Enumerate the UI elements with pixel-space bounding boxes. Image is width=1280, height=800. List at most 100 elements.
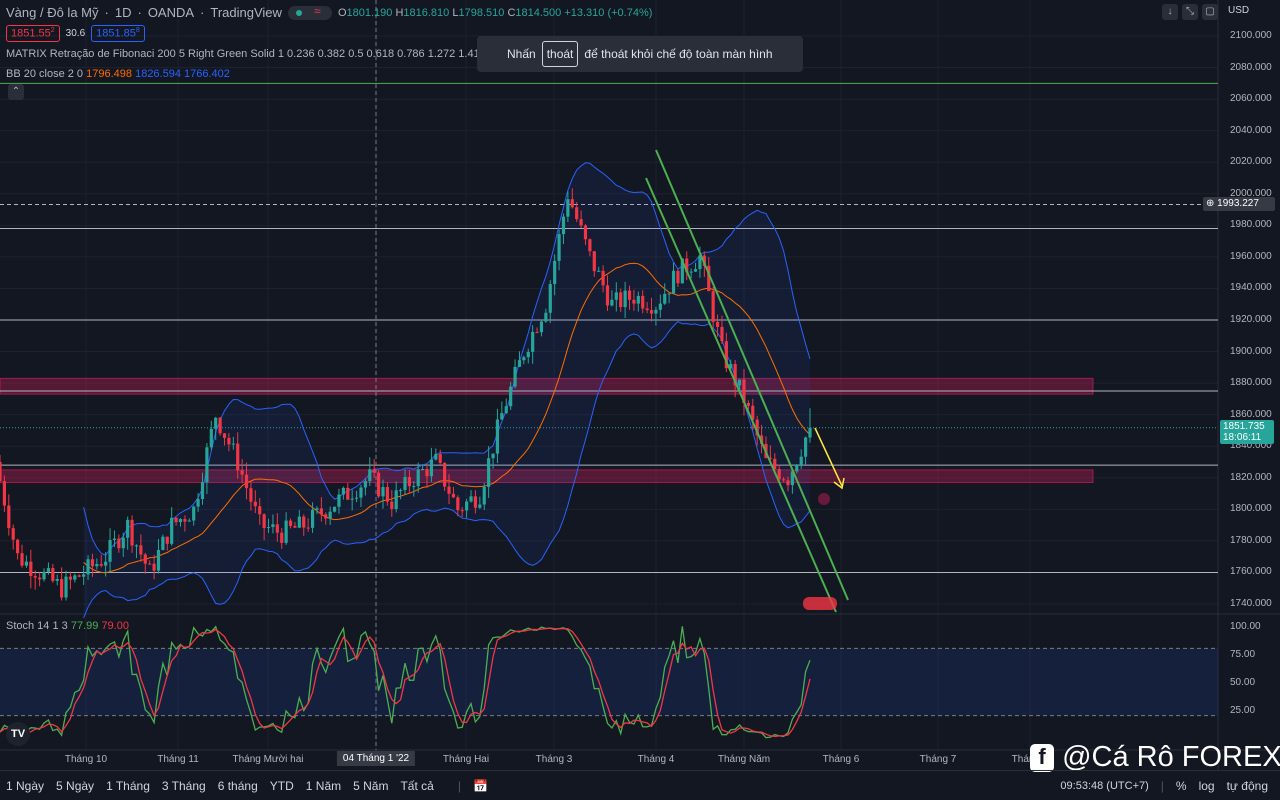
candle (192, 506, 196, 521)
candle (557, 234, 561, 261)
candle (544, 312, 548, 322)
candle (398, 490, 403, 492)
candle (363, 481, 367, 488)
percent-toggle[interactable]: % (1176, 779, 1187, 793)
candle (671, 270, 676, 294)
candle (315, 508, 319, 510)
candle (553, 260, 557, 285)
date-range-icon[interactable]: 📅 (473, 779, 488, 793)
candle (29, 561, 33, 577)
candle (275, 524, 279, 533)
candle (390, 501, 394, 509)
candle (271, 524, 275, 528)
candle (266, 527, 271, 529)
candle (244, 474, 249, 489)
candle (645, 308, 649, 311)
candle (328, 511, 332, 519)
stoch-axis-label: 100.00 (1230, 621, 1261, 632)
candle (407, 477, 412, 487)
candle (46, 568, 51, 572)
candle (473, 496, 478, 508)
stoch-legend[interactable]: Stoch 14 1 3 77.99 79.00 (6, 620, 129, 632)
candle (280, 532, 284, 543)
chart-legend: Vàng / Đô la Mỹ · 1D · OANDA · TradingView … (6, 4, 653, 21)
interval[interactable]: 1D (115, 5, 132, 20)
candle (372, 469, 376, 473)
clock[interactable]: 09:53:48 (UTC+7) (1060, 780, 1148, 792)
escape-key: thoát (541, 41, 579, 67)
candle (746, 402, 750, 406)
range-button[interactable]: 1 Năm (306, 779, 341, 793)
candle (77, 575, 81, 577)
candle (249, 488, 253, 502)
market-status-icon[interactable] (287, 4, 332, 20)
candle (368, 469, 372, 482)
auto-toggle[interactable]: tự động (1227, 779, 1268, 793)
candle (99, 564, 103, 566)
candle (636, 295, 640, 304)
sell-button[interactable]: 1851.552 (6, 25, 60, 42)
range-button[interactable]: 1 Tháng (106, 779, 150, 793)
time-axis-label: Tháng 7 (919, 754, 957, 765)
candle (443, 462, 447, 487)
candle (786, 480, 790, 486)
candle (799, 456, 803, 465)
candle (412, 486, 416, 488)
candle (605, 285, 610, 306)
log-toggle[interactable]: log (1199, 779, 1215, 793)
candle (90, 559, 95, 567)
stoch-axis-label: 50.00 (1230, 677, 1256, 688)
candle (658, 303, 662, 310)
tradingview-logo[interactable]: TV (6, 722, 30, 746)
collapse-icon[interactable]: ⤡ (1182, 4, 1198, 20)
candle (570, 199, 574, 208)
candle (16, 539, 20, 554)
ohlc-values: O1801.190 H1816.810 L1798.510 C1814.500 … (337, 6, 653, 19)
range-button[interactable]: Tất cả (400, 779, 433, 793)
candle (156, 549, 161, 571)
price-axis-label: 1860.000 (1230, 408, 1272, 420)
time-axis-label: Tháng 4 (637, 754, 675, 765)
candle (381, 487, 385, 497)
candle (38, 577, 42, 580)
price-axis-label: 1740.000 (1230, 597, 1272, 609)
candle (324, 514, 328, 519)
range-button[interactable]: 5 Ngày (56, 779, 94, 793)
time-axis-label: Tháng 6 (822, 754, 860, 765)
candle (385, 487, 389, 502)
candle (108, 540, 112, 562)
marker-dot (818, 493, 830, 505)
candle (33, 576, 37, 578)
bottom-toolbar: 1 Ngày 5 Ngày 1 Tháng 3 Tháng 6 tháng YTD 1 Nă… (0, 770, 1280, 800)
fib-indicator-legend[interactable]: MATRIX Retração de Fibonaci 200 5 Right … (6, 48, 556, 60)
collapse-legend-button[interactable]: ⌃ (8, 84, 24, 100)
candle (117, 538, 121, 549)
range-button[interactable]: 3 Tháng (162, 779, 206, 793)
maximize-icon[interactable]: ▢ (1202, 4, 1218, 20)
candle (262, 514, 266, 529)
price-axis-label: 1800.000 (1230, 503, 1272, 515)
arrow-down-icon[interactable]: ↓ (1162, 4, 1178, 20)
symbol-name[interactable]: Vàng / Đô la Mỹ (6, 5, 99, 20)
currency-label[interactable]: USD (1228, 5, 1249, 16)
range-button[interactable]: 6 tháng (218, 779, 258, 793)
range-button[interactable]: 1 Ngày (6, 779, 44, 793)
buy-button[interactable]: 1851.858 (91, 25, 145, 42)
candle (795, 464, 799, 472)
candle (711, 291, 715, 322)
candle (24, 561, 29, 566)
bb-indicator-legend[interactable]: BB 20 close 2 0 1796.498 1826.594 1766.4… (6, 68, 230, 80)
candle (64, 576, 68, 598)
candle (302, 516, 306, 528)
candle (627, 290, 632, 300)
price-axis-label: 2020.000 (1230, 156, 1272, 168)
range-button[interactable]: YTD (270, 779, 294, 793)
chart-canvas[interactable] (0, 0, 1280, 800)
candle (7, 505, 11, 529)
candle (663, 293, 667, 304)
candle (632, 299, 636, 304)
candle (429, 459, 434, 477)
candle (284, 520, 288, 543)
range-button[interactable]: 5 Năm (353, 779, 388, 793)
candle (319, 508, 323, 515)
